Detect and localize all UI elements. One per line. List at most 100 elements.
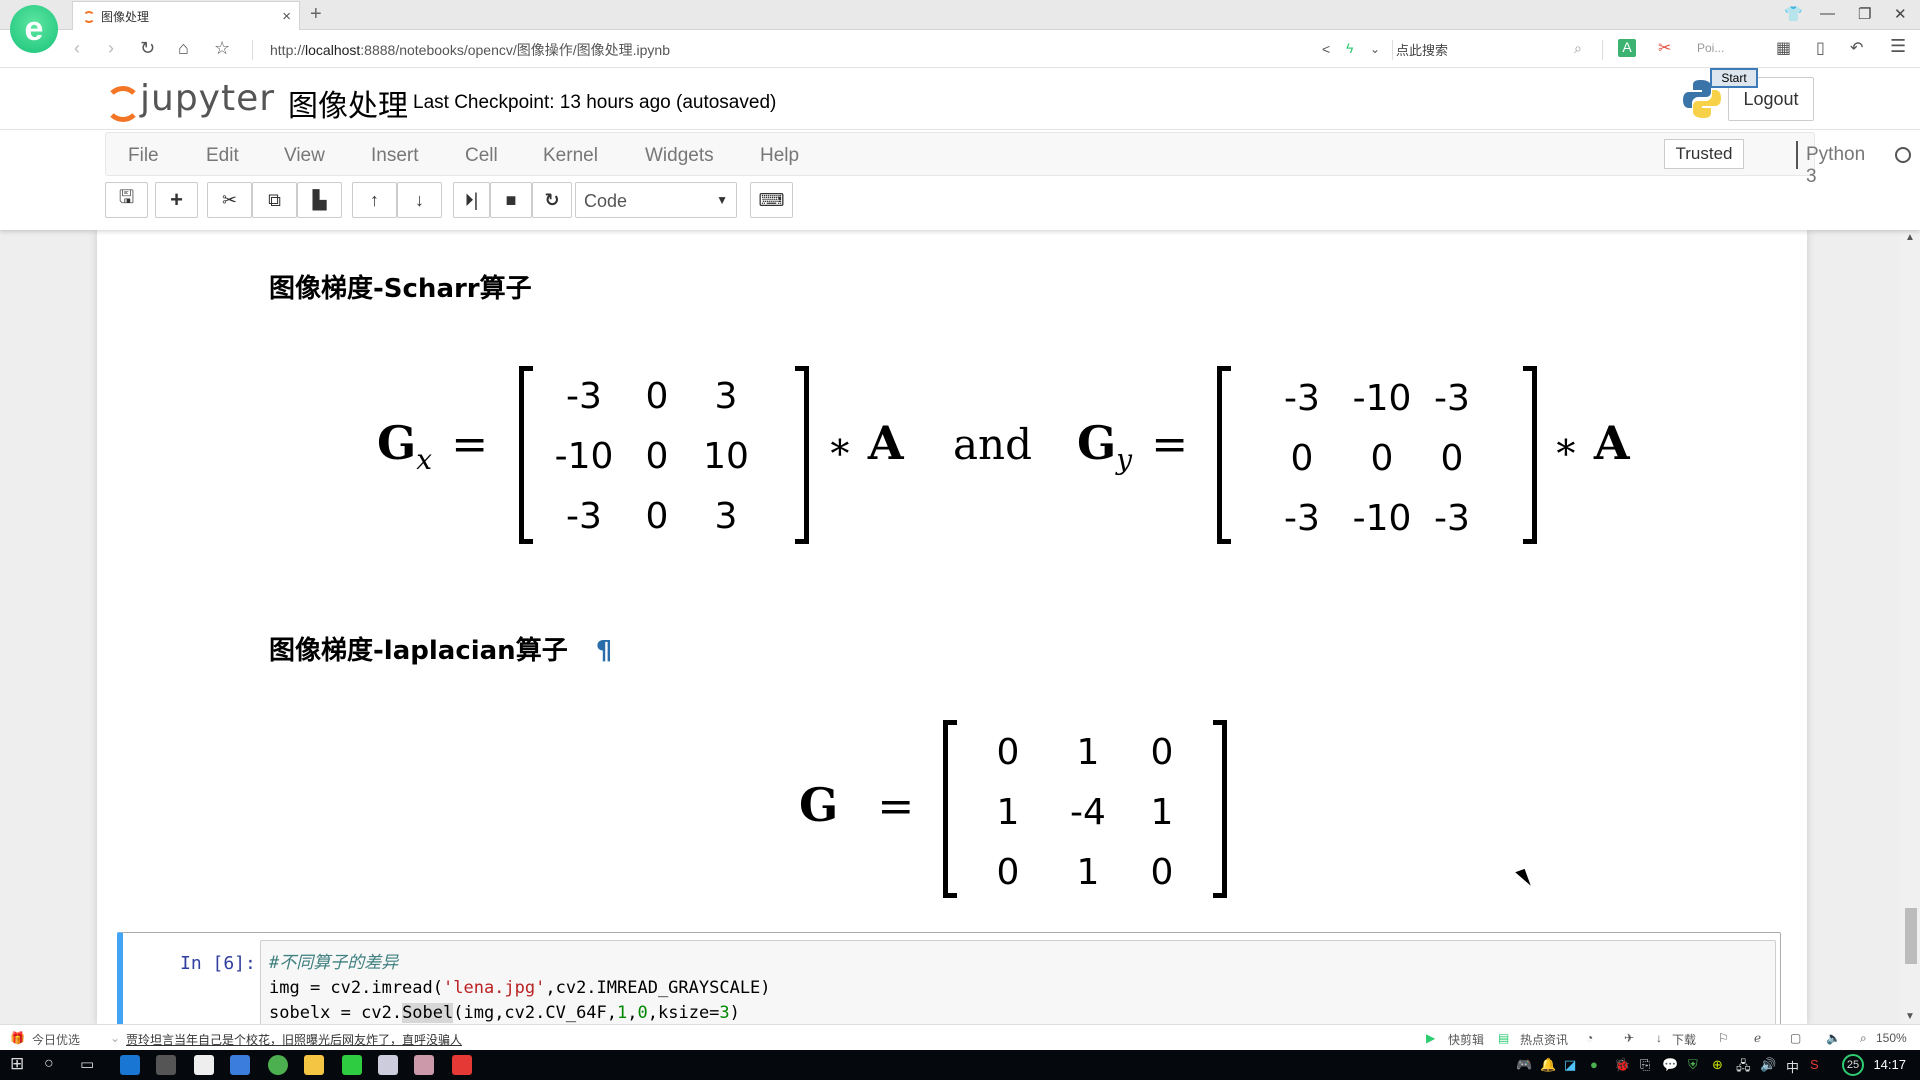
network-icon[interactable]: 🖧 [1736,1057,1751,1079]
ie-icon[interactable]: ℯ [1754,1031,1761,1045]
news-ticker-link[interactable]: 贾玲坦言当年自己是个校花，旧照曝光后网友炸了，直呼没骗人 [126,1031,462,1048]
save-button[interactable]: 🖫 [105,182,148,218]
new-tab-button[interactable]: + [310,3,322,26]
browser-logo-icon[interactable]: e [10,5,58,53]
notification-bell-icon[interactable]: 🔔 [1540,1057,1556,1073]
file-explorer-icon[interactable] [304,1055,324,1075]
recorder-app-icon[interactable] [452,1055,472,1075]
download-link[interactable]: 下载 [1672,1031,1696,1048]
wechat-icon[interactable]: 💬 [1662,1057,1678,1073]
minimize-button[interactable]: — [1820,5,1835,22]
share-icon[interactable]: < [1322,41,1330,57]
menu-file[interactable]: File [128,145,159,167]
tray-pet-icon[interactable]: 🐞 [1614,1057,1630,1073]
rocket-icon[interactable]: ✈ [1624,1031,1634,1045]
360-browser-icon[interactable] [268,1055,288,1075]
restore-button[interactable]: ❐ [1858,5,1871,23]
edge-icon[interactable] [120,1055,140,1075]
translate-icon[interactable]: A [1618,39,1636,57]
scroll-up-icon[interactable]: ▲ [1905,232,1915,243]
mail-icon[interactable] [194,1055,214,1075]
interrupt-button[interactable]: ■ [490,182,532,218]
tray-plus-icon[interactable]: ⊕ [1712,1057,1723,1073]
windows-start-icon[interactable]: ⊞ [10,1054,24,1074]
paste-button[interactable]: ▙ [297,182,342,218]
gift-icon: 🎁 [10,1031,25,1045]
close-window-button[interactable]: ✕ [1894,5,1907,23]
move-down-button[interactable]: ↓ [397,182,442,218]
app-window-icon[interactable] [378,1055,398,1075]
notification-count-badge[interactable]: 25 [1842,1054,1864,1076]
tray-360-icon[interactable]: ● [1590,1057,1598,1072]
gy-matrix-cell: -3 [1284,378,1320,419]
menu-widgets[interactable]: Widgets [645,145,714,167]
extension-label[interactable]: Poi... [1697,41,1724,55]
run-button[interactable]: ⏵| [453,182,490,218]
skin-icon[interactable]: 👕 [1784,5,1803,23]
speaker-icon[interactable]: 🔊 [1760,1057,1776,1073]
quick-clip-link[interactable]: 快剪辑 [1448,1031,1484,1048]
task-view-icon[interactable]: ▭ [80,1055,94,1073]
scroll-down-icon[interactable]: ▼ [1905,1011,1915,1022]
cortana-icon[interactable]: ○ [44,1055,54,1073]
store-icon[interactable] [156,1055,176,1075]
menu-icon[interactable]: ☰ [1890,36,1906,57]
menu-cell[interactable]: Cell [465,145,498,167]
clock[interactable]: 14:17 [1873,1057,1906,1072]
lightning-icon[interactable]: ϟ [1346,40,1353,56]
code-cell[interactable]: In [6]: #不同算子的差异 img = cv2.imread('lena.… [117,932,1781,1024]
gamepad-icon[interactable]: 🎮 [1516,1057,1532,1073]
window-icon[interactable]: ▢ [1790,1031,1801,1045]
back-icon[interactable]: ‹ [74,38,80,59]
scrollbar-thumb[interactable] [1905,908,1917,964]
tablet-icon[interactable]: ▯ [1816,38,1825,58]
screenshot-scissors-icon[interactable]: ✂ [1658,38,1671,58]
jupyter-logo[interactable]: jupyter [104,78,275,122]
volume-icon[interactable]: 🔈 [1826,1031,1841,1045]
bookmark-star-icon[interactable]: ☆ [214,38,230,59]
menu-edit[interactable]: Edit [206,145,239,167]
menu-kernel[interactable]: Kernel [543,145,598,167]
anchor-link[interactable]: ¶ [596,636,613,666]
sogou-icon[interactable]: S [1810,1057,1819,1072]
apps-icon[interactable]: ▦ [1776,38,1791,58]
dropdown-icon[interactable]: ⌄ [1370,42,1380,56]
image-app-icon[interactable] [414,1055,434,1075]
search-icon[interactable]: ⌕ [1574,40,1582,57]
command-palette-button[interactable]: ⌨ [750,182,793,218]
menu-view[interactable]: View [284,145,325,167]
undo-icon[interactable]: ↶ [1850,38,1863,58]
today-picks-link[interactable]: 今日优选 [32,1031,80,1048]
g-label: G = [799,778,914,832]
home-icon[interactable]: ⌂ [178,38,189,59]
flag-icon[interactable]: ⚐ [1718,1031,1729,1045]
tab-close-icon[interactable]: × [282,8,291,25]
trusted-indicator[interactable]: Trusted [1664,139,1744,169]
security-shield-icon[interactable]: ⛨ [1688,1057,1698,1073]
feishu-icon[interactable] [230,1055,250,1075]
browser-tab[interactable]: 图像处理 × [72,1,300,31]
cut-button[interactable]: ✂ [207,182,252,218]
url-input[interactable]: http://localhost:8888/notebooks/opencv/图… [270,40,670,60]
vertical-scrollbar[interactable]: ▲ ▼ [1900,230,1920,1024]
tray-app-icon[interactable]: ◪ [1564,1057,1576,1073]
hot-news-link[interactable]: 热点资讯 [1520,1031,1568,1048]
search-input[interactable]: 点此搜索 [1396,36,1596,62]
reload-icon[interactable]: ↻ [140,38,155,59]
insert-cell-below-button[interactable]: + [155,182,198,218]
copy-button[interactable]: ⧉ [252,182,297,218]
zoom-level[interactable]: 150% [1876,1031,1907,1045]
cell-type-select[interactable]: Code ▼ [575,182,737,218]
kernel-name[interactable]: Python 3 [1806,144,1865,188]
speed-icon[interactable]: ◔ [1586,1031,1593,1045]
notebook-title[interactable]: 图像处理 [288,81,408,125]
code-editor[interactable]: #不同算子的差异 img = cv2.imread('lena.jpg',cv2… [260,940,1776,1024]
usb-icon[interactable]: ⎘ [1640,1057,1650,1073]
restart-kernel-button[interactable]: ↻ [532,182,572,218]
menu-help[interactable]: Help [760,145,799,167]
menu-insert[interactable]: Insert [371,145,419,167]
forward-icon[interactable]: › [108,38,114,59]
move-up-button[interactable]: ↑ [352,182,397,218]
green-app-icon[interactable] [342,1055,362,1075]
ime-indicator[interactable]: 中 [1786,1057,1799,1076]
